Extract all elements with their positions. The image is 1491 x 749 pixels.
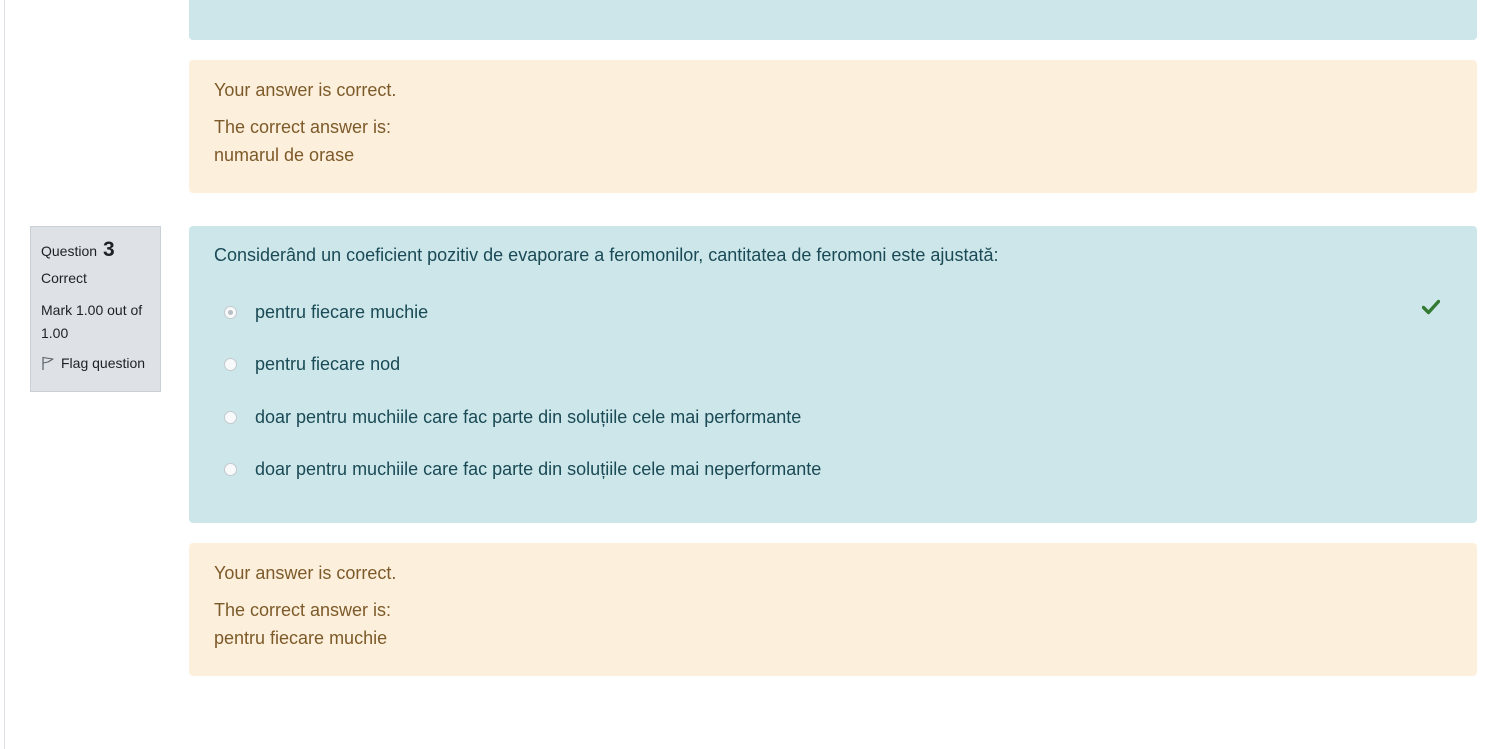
question-number-value: 3 — [102, 238, 115, 261]
feedback-text: Your answer is correct. — [214, 80, 397, 100]
answer-radio-4[interactable] — [224, 462, 237, 476]
answer-radio-1[interactable] — [224, 305, 237, 319]
answer-label-2: pentru fiecare nod — [255, 353, 401, 374]
question-label: Question — [41, 243, 98, 259]
answer-radio-2[interactable] — [224, 357, 237, 371]
question-formulation: Considerând un coeficient pozitiv de eva… — [189, 226, 1477, 523]
question-grade: Mark 1.00 out of 1.00 — [41, 302, 143, 341]
flag-icon — [42, 356, 54, 370]
answer-option-3[interactable]: doar pentru muchiile care fac parte din … — [224, 402, 801, 432]
quiz-review-page: Your answer is correct. The correct answ… — [0, 0, 1491, 749]
right-answer-value: numarul de orase — [214, 145, 355, 165]
check-icon — [1422, 299, 1440, 315]
question-state: Correct — [41, 270, 87, 286]
right-answer-label: The correct answer is: — [214, 600, 392, 620]
question-info-panel: Question 3 Correct Mark 1.00 out of 1.00… — [30, 226, 161, 392]
answer-option-1[interactable]: pentru fiecare muchie — [224, 297, 428, 327]
feedback-text: Your answer is correct. — [214, 563, 397, 583]
question-outcome: Your answer is correct. The correct answ… — [189, 543, 1477, 676]
previous-question-outcome: Your answer is correct. The correct answ… — [189, 60, 1477, 193]
answer-label-4: doar pentru muchiile care fac parte din … — [255, 458, 822, 479]
answer-label-1: pentru fiecare muchie — [255, 301, 429, 322]
answer-option-2[interactable]: pentru fiecare nod — [224, 349, 400, 379]
previous-question-formulation — [189, 0, 1477, 40]
flag-question-label: Flag question — [61, 355, 146, 371]
question-text: Considerând un coeficient pozitiv de eva… — [214, 245, 999, 265]
right-answer-value: pentru fiecare muchie — [214, 628, 388, 648]
right-answer-label: The correct answer is: — [214, 117, 392, 137]
question-number: Question 3 — [41, 237, 150, 263]
answer-option-4[interactable]: doar pentru muchiile care fac parte din … — [224, 454, 821, 484]
answer-label-3: doar pentru muchiile care fac parte din … — [255, 406, 802, 427]
page-left-border — [4, 0, 5, 749]
answer-radio-3[interactable] — [224, 410, 237, 424]
flag-question-link[interactable]: Flag question — [41, 353, 150, 373]
